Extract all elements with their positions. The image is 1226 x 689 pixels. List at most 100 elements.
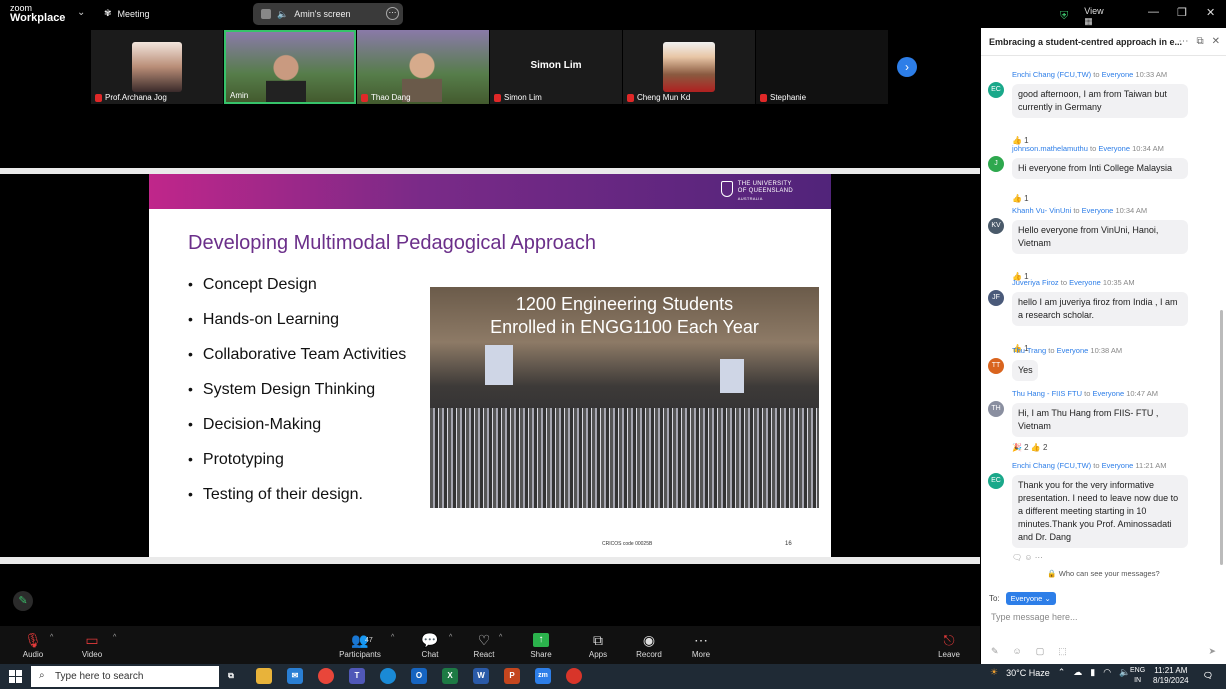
notifications-icon[interactable]: 🗨 xyxy=(1200,668,1216,684)
audio-options-caret[interactable]: ^ xyxy=(50,634,53,641)
chat-scrollbar[interactable] xyxy=(1220,310,1223,565)
excel-icon[interactable]: X xyxy=(442,668,458,684)
react-options-caret[interactable]: ^ xyxy=(499,634,502,641)
minimize-icon[interactable]: — xyxy=(1148,6,1159,18)
participant-tile[interactable]: Stephanie xyxy=(756,30,888,104)
participants-button[interactable]: 👥 47 Participants xyxy=(335,632,385,659)
chat-panel: Embracing a student-centred approach in … xyxy=(981,28,1226,664)
onedrive-icon[interactable]: ☁ xyxy=(1073,667,1082,678)
share-arrow-icon: ↑ xyxy=(533,633,549,647)
sender-name[interactable]: Thu Trang xyxy=(1012,346,1046,355)
word-icon[interactable]: W xyxy=(473,668,489,684)
sender-name[interactable]: Thu Hang - FIIS FTU xyxy=(1012,389,1082,398)
avatar xyxy=(663,42,715,92)
send-icon[interactable]: ➤ xyxy=(1208,646,1216,657)
to-word: to xyxy=(1093,70,1100,79)
sender-name[interactable]: Enchi Chang (FCU,TW) xyxy=(1012,461,1091,470)
windows-start-icon[interactable] xyxy=(9,670,22,683)
avatar xyxy=(261,9,271,19)
bullet-item: Collaborative Team Activities xyxy=(188,346,406,381)
screenshot-icon[interactable]: ⬚ xyxy=(1058,646,1067,657)
chat-message-list[interactable]: EC Enchi Chang (FCU,TW) to Everyone 10:33… xyxy=(981,56,1221,576)
message-text: good afternoon, I am from Taiwan but cur… xyxy=(1012,84,1188,118)
participant-tile[interactable]: Prof.Archana Jog xyxy=(91,30,223,104)
weather-icon[interactable]: ☀ xyxy=(990,667,998,678)
message-time: 10:47 AM xyxy=(1126,389,1158,398)
taskbar-search-box[interactable]: ⌕ Type here to search xyxy=(31,666,219,687)
sender-name[interactable]: johnson.mathelamuthu xyxy=(1012,144,1088,153)
edge-icon[interactable] xyxy=(380,668,396,684)
weather-text[interactable]: 30°C Haze xyxy=(1006,668,1050,678)
message-actions[interactable]: 🗨 ☺ ⋯ xyxy=(1012,553,1043,562)
chrome-icon[interactable] xyxy=(566,668,582,684)
screen-share-indicator[interactable]: 🔈 Amin's screen ⋯ xyxy=(253,3,403,25)
participants-options-caret[interactable]: ^ xyxy=(391,634,394,641)
battery-icon[interactable]: ▮ xyxy=(1090,667,1095,678)
close-icon[interactable]: ✕ xyxy=(1212,36,1220,47)
bullet-item: Decision-Making xyxy=(188,416,406,451)
sender-name[interactable]: Khanh Vu- VinUni xyxy=(1012,206,1071,215)
wifi-icon[interactable]: ◠ xyxy=(1103,667,1111,678)
more-button[interactable]: ⋯ More xyxy=(676,632,726,659)
annotate-pencil-icon[interactable]: ✎ xyxy=(13,591,33,611)
message-header: Thu Trang to Everyone 10:38 AM xyxy=(1012,346,1122,355)
outlook-icon[interactable]: O xyxy=(411,668,427,684)
leave-button[interactable]: ⎋ Leave xyxy=(924,632,974,659)
participants-icon: 👥 47 xyxy=(351,632,373,648)
file-explorer-icon[interactable] xyxy=(256,668,272,684)
more-options-icon[interactable]: ⋯ xyxy=(386,7,399,20)
mail-icon[interactable]: ✉ xyxy=(287,668,303,684)
mic-muted-icon xyxy=(494,93,501,102)
avatar: EC xyxy=(988,82,1004,98)
meeting-menu[interactable]: ✾ Meeting xyxy=(104,8,150,19)
restore-icon[interactable]: ❐ xyxy=(1177,6,1187,19)
more-icon: ⋯ xyxy=(694,632,708,648)
system-clock[interactable]: 11:21 AM 8/19/2024 xyxy=(1153,666,1189,686)
security-shield-icon[interactable]: ⛨ xyxy=(1060,10,1068,23)
recipient-dropdown[interactable]: Everyone ⌄ xyxy=(1005,592,1056,605)
cricos-code: CRICOS code 00025B xyxy=(602,541,653,547)
apps-button[interactable]: ⧉ Apps xyxy=(573,632,623,659)
volume-icon[interactable]: 🔈 xyxy=(1119,667,1130,678)
share-button[interactable]: ↑ Share xyxy=(516,632,566,659)
sender-name[interactable]: Juveriya Firoz xyxy=(1012,278,1059,287)
next-page-arrow-icon[interactable]: › xyxy=(897,57,917,77)
message-text: Hi, I am Thu Hang from FIIS- FTU , Vietn… xyxy=(1012,403,1188,437)
chrome-icon[interactable] xyxy=(318,668,334,684)
view-button[interactable]: View ▦ xyxy=(1084,6,1103,27)
close-icon[interactable]: ✕ xyxy=(1206,6,1215,19)
teams-icon[interactable]: T xyxy=(349,668,365,684)
participant-tile-active-speaker[interactable]: Amin xyxy=(224,30,356,104)
chat-options-caret[interactable]: ^ xyxy=(449,634,452,641)
task-view-icon[interactable]: ⧉ xyxy=(223,668,239,684)
powerpoint-icon[interactable]: P xyxy=(504,668,520,684)
reaction-badge[interactable]: 👍 1 xyxy=(1012,194,1029,203)
pop-out-icon[interactable]: ⧉ xyxy=(1196,36,1203,47)
participant-name: Cheng Mun Kd xyxy=(637,93,691,102)
sender-name[interactable]: Enchi Chang (FCU,TW) xyxy=(1012,70,1091,79)
emoji-icon[interactable]: ☺ xyxy=(1013,646,1022,657)
apps-icon: ⧉ xyxy=(593,632,603,648)
message-text: Yes xyxy=(1012,360,1038,381)
participant-tile[interactable]: Thao Dang xyxy=(357,30,489,104)
participant-tile[interactable]: Cheng Mun Kd xyxy=(623,30,755,104)
file-icon[interactable]: ▢ xyxy=(1036,646,1045,657)
video-options-caret[interactable]: ^ xyxy=(113,634,116,641)
chevron-down-icon[interactable]: ⌄ xyxy=(77,7,85,18)
more-options-icon[interactable]: ⋯ xyxy=(1178,36,1188,47)
video-button[interactable]: ▭ Video xyxy=(67,632,117,659)
zoom-taskbar-icon[interactable]: zm xyxy=(535,668,551,684)
record-button[interactable]: ◉ Record xyxy=(624,632,674,659)
language-indicator[interactable]: ENG IN xyxy=(1130,666,1145,686)
recipient-name: Everyone xyxy=(1101,70,1134,79)
message-header: Enchi Chang (FCU,TW) to Everyone 11:21 A… xyxy=(1012,461,1167,470)
reaction-badge[interactable]: 🎉 2 👍 2 xyxy=(1012,443,1048,452)
participant-name: Prof.Archana Jog xyxy=(105,93,167,102)
chat-button[interactable]: 💬 Chat xyxy=(405,632,455,659)
chevron-up-icon[interactable]: ⌃ xyxy=(1058,667,1066,678)
chat-message-input[interactable]: Type message here... xyxy=(991,612,1078,622)
format-icon[interactable]: ✎ xyxy=(991,646,999,657)
who-can-see-messages-link[interactable]: 🔒 Who can see your messages? xyxy=(981,569,1226,578)
participant-tile[interactable]: Simon Lim Simon Lim xyxy=(490,30,622,104)
recipient-name: Everyone xyxy=(1098,144,1131,153)
